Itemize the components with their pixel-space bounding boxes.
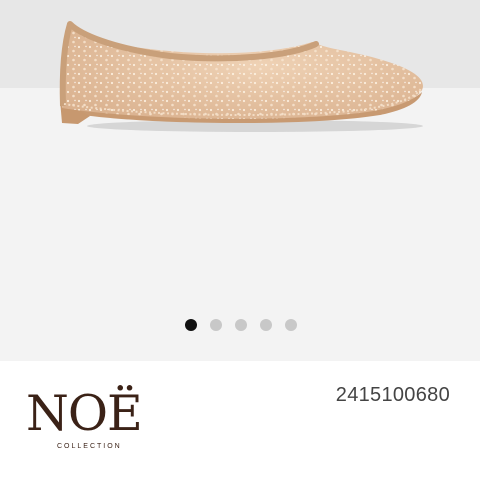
carousel-dot-1[interactable]: [184, 319, 197, 331]
product-info-bar: NOË COLLECTION 2415100680: [0, 361, 480, 480]
product-screen: NOË COLLECTION 2415100680: [0, 0, 480, 480]
carousel-pagination: [0, 319, 480, 331]
product-sku: 2415100680: [335, 384, 450, 406]
carousel-dot-2[interactable]: [209, 319, 222, 331]
brand-logo-subline: COLLECTION: [57, 443, 122, 450]
carousel-dot-5[interactable]: [284, 319, 297, 331]
brand-logo-wordmark: NOË: [26, 385, 143, 442]
carousel-dot-3[interactable]: [234, 319, 247, 331]
carousel-dot-4[interactable]: [259, 319, 272, 331]
shoe-image: [59, 21, 424, 132]
product-image-gallery[interactable]: [0, 0, 480, 361]
brand-logo: NOË COLLECTION: [26, 387, 156, 453]
